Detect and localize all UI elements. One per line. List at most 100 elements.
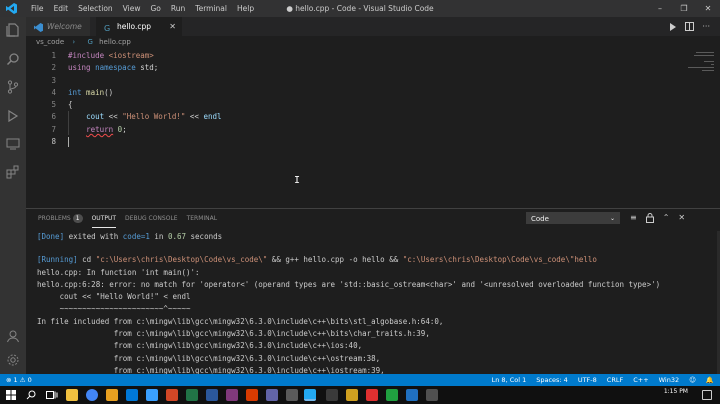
run-code-icon[interactable] [669, 22, 677, 31]
operator: << [104, 112, 123, 122]
app-taskbar-icon[interactable] [346, 389, 358, 401]
close-tab-icon[interactable]: ✕ [169, 17, 176, 36]
menu-edit[interactable]: Edit [49, 0, 74, 17]
line-number: 2 [51, 63, 56, 73]
platform[interactable]: Win32 [659, 374, 679, 386]
output-channel-select[interactable]: Code ⌄ [526, 212, 620, 224]
parens: () [104, 87, 114, 97]
breadcrumb-folder[interactable]: vs_code [36, 38, 64, 46]
string-literal: "Hello World!" [122, 112, 186, 122]
using-keyword: using [68, 63, 91, 73]
output-line: from c:\mingw\lib\gcc\mingw32\6.3.0\incl… [37, 365, 385, 374]
explorer-icon[interactable] [6, 23, 20, 37]
app-taskbar-icon[interactable] [106, 389, 118, 401]
tab-label: hello.cpp [117, 22, 152, 31]
chevron-down-icon: ⌄ [609, 215, 615, 222]
semicolon: ; [122, 124, 127, 134]
end-of-line[interactable]: CRLF [607, 374, 623, 386]
maximize-panel-icon[interactable]: ⌃ [663, 212, 670, 224]
vscode-taskbar-icon[interactable] [304, 389, 316, 401]
account-icon[interactable] [6, 329, 20, 343]
menu-view[interactable]: View [118, 0, 146, 17]
close-button[interactable]: ✕ [696, 0, 720, 17]
search-icon[interactable] [6, 52, 20, 66]
run-debug-icon[interactable] [6, 109, 20, 123]
language-mode[interactable]: C++ [633, 374, 648, 386]
tab-hello-cpp[interactable]: Ghello.cpp ✕ [96, 17, 182, 36]
indentation[interactable]: Spaces: 4 [536, 374, 568, 386]
status-bar: ⊗ 1 ⚠ 0 Ln 8, Col 1 Spaces: 4 UTF-8 CRLF… [0, 374, 720, 386]
app-taskbar-icon[interactable] [386, 389, 398, 401]
tab-welcome[interactable]: Welcome [26, 17, 90, 36]
svg-text:G: G [104, 24, 110, 32]
output-channel-value: Code [531, 215, 549, 223]
tab-output[interactable]: OUTPUT [91, 209, 117, 228]
powerpoint-taskbar-icon[interactable] [166, 389, 178, 401]
menu-help[interactable]: Help [232, 0, 259, 17]
minimap-line [702, 70, 714, 71]
task-view-icon[interactable] [46, 390, 58, 400]
windows-start-icon[interactable] [6, 390, 16, 400]
encoding[interactable]: UTF-8 [578, 374, 597, 386]
app-taskbar-icon[interactable] [286, 389, 298, 401]
settings-gear-icon[interactable] [6, 353, 20, 367]
lock-scroll-icon[interactable] [645, 213, 654, 223]
close-panel-icon[interactable]: ✕ [678, 212, 685, 224]
mouse-ibeam-cursor: I [294, 175, 301, 186]
source-control-icon[interactable] [6, 80, 20, 94]
edge-taskbar-icon[interactable] [146, 389, 158, 401]
menu-run[interactable]: Run [166, 0, 190, 17]
word-taskbar-icon[interactable] [206, 389, 218, 401]
include-header: <iostream> [104, 51, 154, 60]
tab-problems[interactable]: PROBLEMS 1 [38, 209, 83, 228]
excel-taskbar-icon[interactable] [186, 389, 198, 401]
cpp-file-icon: G [104, 24, 110, 32]
minimap[interactable] [674, 48, 720, 208]
notification-center-icon[interactable] [702, 390, 712, 400]
notifications-bell-icon[interactable]: 🔔 [706, 374, 714, 386]
minimap-line [704, 61, 714, 62]
menu-go[interactable]: Go [145, 0, 165, 17]
menu-terminal[interactable]: Terminal [190, 0, 232, 17]
app-taskbar-icon[interactable] [406, 389, 418, 401]
clear-output-icon[interactable]: ≡ [630, 212, 637, 224]
feedback-icon[interactable]: ☺ [689, 374, 696, 386]
minimap-line [711, 64, 714, 65]
code-editor[interactable]: 1 2 3 4 5 6 7 8 #include <iostream> usin… [26, 48, 720, 208]
menu-file[interactable]: File [26, 0, 49, 17]
tab-debug-console[interactable]: DEBUG CONSOLE [125, 209, 178, 228]
taskbar-clock[interactable]: 1:15 PM [664, 388, 688, 395]
app-taskbar-icon[interactable] [426, 389, 438, 401]
taskbar-search-icon[interactable] [26, 390, 36, 400]
cursor-position[interactable]: Ln 8, Col 1 [492, 374, 527, 386]
maximize-button[interactable]: ❐ [672, 0, 696, 17]
app-taskbar-icon[interactable] [326, 389, 338, 401]
onenote-taskbar-icon[interactable] [226, 389, 238, 401]
output-text-span: seconds [186, 232, 223, 241]
breadcrumb-file[interactable]: hello.cpp [99, 38, 131, 46]
remote-explorer-icon[interactable] [6, 137, 20, 151]
output-line: [Running] cd "c:\Users\chris\Desktop\Cod… [37, 254, 717, 266]
breadcrumb: vs_code › G hello.cpp [26, 36, 720, 48]
more-actions-icon[interactable]: ··· [702, 22, 710, 31]
teams-taskbar-icon[interactable] [266, 389, 278, 401]
tab-terminal[interactable]: TERMINAL [187, 209, 218, 228]
menu-selection[interactable]: Selection [73, 0, 118, 17]
app-taskbar-icon[interactable] [366, 389, 378, 401]
extensions-icon[interactable] [6, 165, 20, 179]
code-line-5: { [68, 99, 222, 111]
code-line-4: int main() [68, 87, 222, 99]
minimap-line [688, 67, 714, 68]
editor-actions: ··· [669, 17, 720, 36]
line-number-gutter: 1 2 3 4 5 6 7 8 [26, 50, 56, 148]
file-explorer-taskbar-icon[interactable] [66, 389, 78, 401]
problems-status[interactable]: ⊗ 1 ⚠ 0 [6, 374, 32, 386]
split-editor-icon[interactable] [685, 22, 695, 31]
output-text-span: in [149, 232, 168, 241]
mail-taskbar-icon[interactable] [126, 389, 138, 401]
office-taskbar-icon[interactable] [246, 389, 258, 401]
minimize-button[interactable]: – [648, 0, 672, 17]
chrome-taskbar-icon[interactable] [86, 389, 98, 401]
code-line-8 [68, 136, 222, 148]
line-number: 4 [51, 87, 56, 97]
